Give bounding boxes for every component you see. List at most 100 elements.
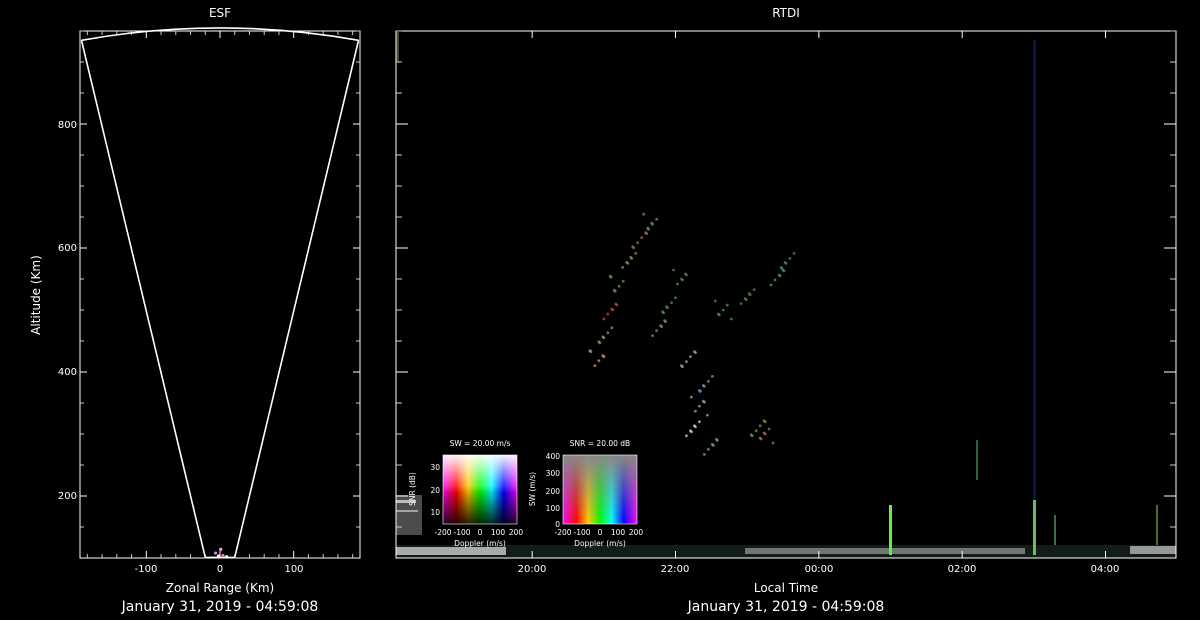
esf-xtick-label-0: 0 (217, 564, 223, 575)
rtdi-echo-point (771, 441, 775, 445)
rtdi-echo-point (702, 385, 706, 388)
esf-echo-point (221, 553, 225, 558)
rtdi-footer-timestamp: January 31, 2019 - 04:59:08 (687, 599, 885, 615)
esf-yaxis-label: Altitude (Km) (29, 255, 43, 335)
colorbar-sw-title: SW = 20.00 m/s (450, 439, 511, 448)
colorbar-sw: SW = 20.00 m/s 30 20 10 -200 -100 0 100 … (408, 439, 523, 548)
rtdi-echo-point (634, 252, 638, 255)
rtdi-echo-point (674, 296, 677, 300)
rtdi-echo-point (645, 232, 649, 236)
rtdi-echo-point (606, 312, 610, 316)
rtdi-echo-point (694, 351, 697, 354)
rtdi-echo-point (681, 365, 684, 368)
esf-tick-marks (80, 30, 360, 558)
colorbar-snr-xtick-neg100: -100 (573, 528, 590, 537)
rtdi-echo-point (729, 317, 733, 321)
rtdi-echo-points (588, 212, 796, 456)
rtdi-echo-point (606, 331, 610, 335)
rtdi-xtick-label-0000: 00:00 (805, 564, 834, 575)
rtdi-echo-point (698, 390, 702, 393)
rtdi-echo-point (710, 375, 714, 378)
rtdi-echo-point (706, 448, 710, 451)
rtdi-echo-point (792, 252, 796, 255)
rtdi-echo-point (615, 303, 619, 307)
rtdi-echo-point (662, 311, 665, 315)
rtdi-echo-point (705, 413, 709, 417)
colorbar-sw-xtick-neg100: -100 (453, 528, 470, 537)
rtdi-echo-point (778, 274, 782, 278)
rtdi-xtick-label-0400: 04:00 (1091, 564, 1120, 575)
colorbar-sw-ytick-20: 20 (430, 486, 440, 495)
rtdi-echo-point (759, 437, 763, 441)
rtdi-echo-point (597, 359, 601, 362)
rtdi-echo-point (780, 267, 784, 270)
rtdi-echo-point (784, 262, 788, 265)
rtdi-echo-point (690, 430, 693, 434)
rtdi-echo-point (685, 273, 688, 277)
colorbar-snr-xlabel: Doppler (m/s) (574, 539, 626, 548)
rtdi-echo-point (626, 262, 630, 265)
colorbar-snr-ytick-100: 100 (546, 504, 561, 513)
rtdi-echo-point (640, 236, 644, 240)
rtdi-echo-point (767, 427, 771, 431)
colorbar-sw-xtick-100: 100 (491, 528, 506, 537)
colorbar-snr-xtick-200: 200 (629, 528, 644, 537)
rtdi-echo-point (773, 278, 777, 282)
rtdi-echo-point (660, 325, 663, 328)
colorbar-sw-ytick-10: 10 (430, 508, 440, 517)
esf-ytick-label-800: 800 (58, 120, 77, 131)
rtdi-echo-point (739, 302, 743, 305)
esf-panel: ESF -100 0 100 200 400 600 800 Zonal Ran… (29, 6, 361, 615)
esf-echo-point (216, 554, 221, 558)
esf-xtick-label-neg100: -100 (135, 564, 158, 575)
rtdi-echo-point (602, 336, 606, 340)
rtdi-echo-point (763, 432, 767, 436)
rtdi-echo-point (664, 320, 667, 323)
rtdi-echo-point (670, 301, 673, 305)
rtdi-echo-point (672, 268, 675, 272)
esf-beam-sector (80, 27, 360, 559)
rtdi-echo-point (685, 434, 688, 438)
esf-plot-frame (79, 30, 361, 559)
rtdi-title: RTDI (772, 6, 800, 20)
rtdi-echo-point (666, 306, 669, 310)
rtdi-echo-point (636, 241, 640, 245)
rtdi-echo-point (788, 257, 792, 260)
rtdi-echo-point (642, 212, 646, 216)
rtdi-echo-point (602, 317, 606, 321)
figure-canvas: ESF -100 0 100 200 400 600 800 Zonal Ran… (29, 6, 1177, 615)
rtdi-echo-point (681, 278, 684, 282)
colorbar-snr-xtick-0: 0 (598, 528, 603, 537)
rtdi-echo-point (693, 409, 697, 413)
rtdi-echo-point (611, 308, 615, 312)
rtdi-echo-point (711, 444, 715, 447)
rtdi-echo-point (655, 329, 658, 332)
rtdi-echo-point (655, 217, 659, 221)
rtdi-echo-point (651, 334, 654, 337)
rtdi-xaxis-label: Local Time (754, 581, 818, 595)
rtdi-echo-point (752, 288, 756, 291)
colorbar-snr-ytick-400: 400 (546, 452, 561, 461)
rtdi-echo-point (621, 279, 625, 283)
rtdi-echo-point (697, 404, 701, 408)
colorbar-snr-xtick-100: 100 (611, 528, 626, 537)
esf-echo-point (219, 547, 223, 551)
rtdi-echo-point (698, 420, 701, 424)
esf-sector-left-edge (80, 40, 207, 558)
colorbar-snr-xtick-neg200: -200 (554, 528, 571, 537)
rtdi-echo-point (676, 282, 679, 286)
esf-footer-timestamp: January 31, 2019 - 04:59:08 (121, 599, 319, 615)
colorbar-sw-xtick-0: 0 (478, 528, 483, 537)
rtdi-panel: RTDI 20:00 22:00 00:00 02:00 04:00 Local… (395, 6, 1177, 615)
rtdi-echo-point (702, 400, 706, 404)
rtdi-echo-point (715, 439, 719, 442)
esf-ytick-label-600: 600 (58, 243, 77, 254)
rtdi-echo-point (598, 341, 602, 345)
esf-title: ESF (209, 6, 231, 20)
rtdi-echo-point (689, 355, 692, 358)
rtdi-echo-point (763, 420, 767, 424)
colorbar-sw-xtick-200: 200 (509, 528, 524, 537)
rtdi-echo-point (721, 308, 725, 312)
rtdi-echo-point (750, 434, 754, 438)
rtdi-echo-point (630, 257, 634, 260)
